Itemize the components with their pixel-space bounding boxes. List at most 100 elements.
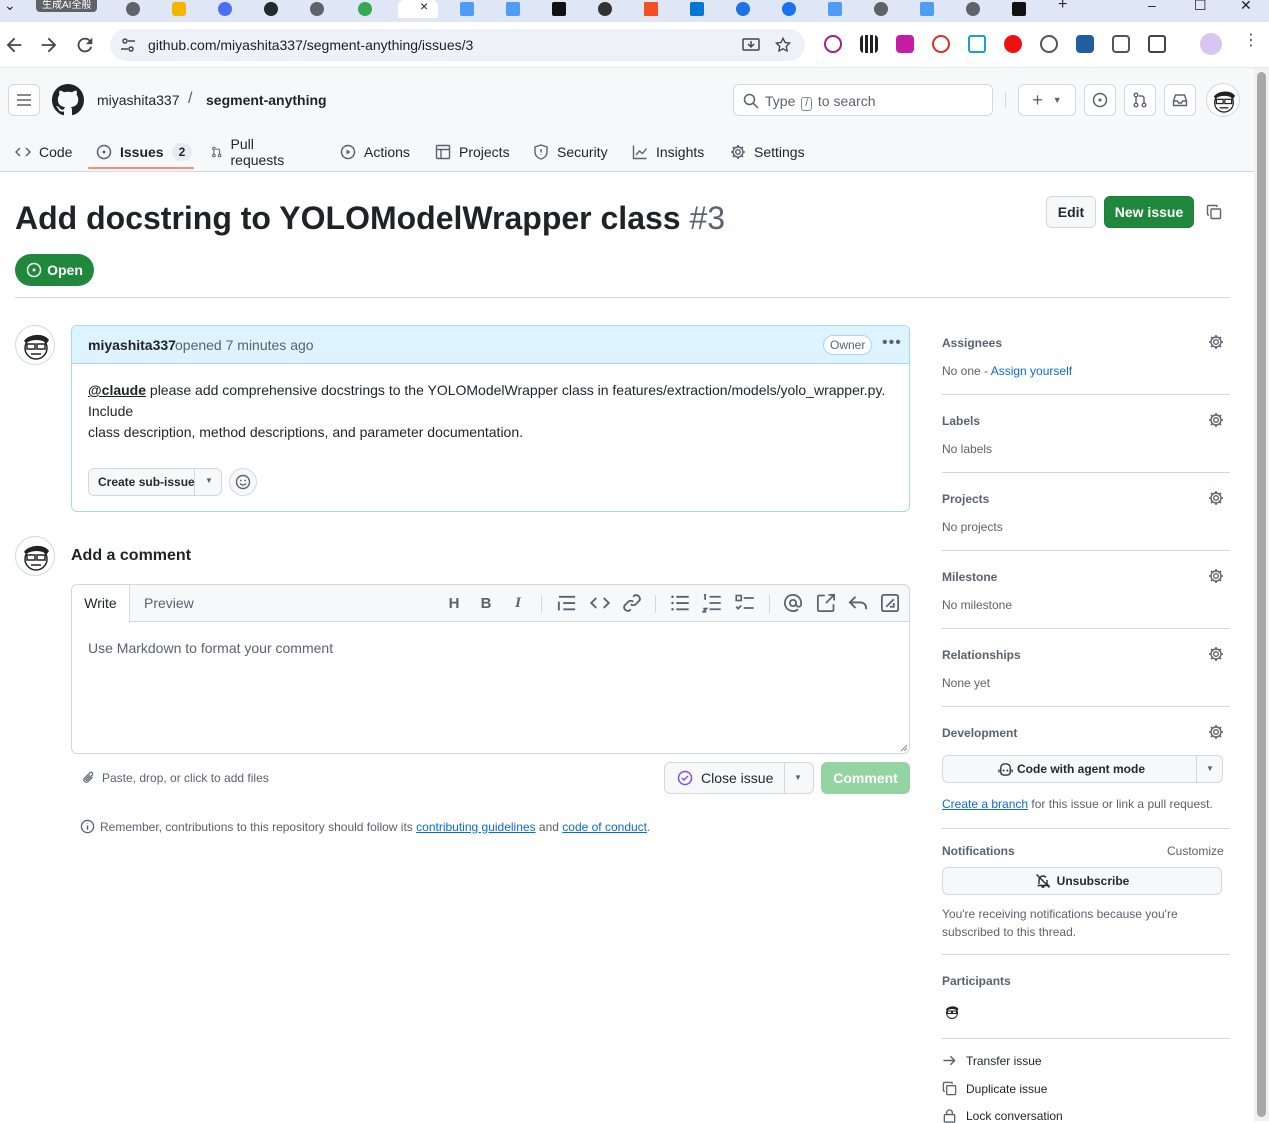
scrollbar-thumb[interactable]: [1257, 72, 1266, 1117]
tab-security[interactable]: Security: [533, 140, 608, 164]
resize-handle-icon[interactable]: [899, 743, 908, 752]
address-bar[interactable]: github.com/miyashita337/segment-anything…: [110, 29, 805, 61]
chevron-down-icon[interactable]: ▼: [794, 773, 802, 782]
gear-icon[interactable]: [1208, 568, 1224, 584]
browser-menu-icon[interactable]: ⋮: [1243, 33, 1259, 49]
transfer-issue-button[interactable]: Transfer issue: [942, 1053, 1042, 1068]
search-input[interactable]: Type / to search: [733, 84, 993, 116]
user-avatar[interactable]: [1206, 83, 1240, 117]
install-app-icon[interactable]: [742, 36, 760, 54]
browser-tab[interactable]: [492, 0, 530, 18]
gear-icon[interactable]: [1208, 334, 1224, 350]
tab-projects[interactable]: Projects: [435, 140, 510, 164]
create-branch-link[interactable]: Create a branch: [942, 797, 1028, 811]
mention-icon[interactable]: [783, 593, 803, 613]
site-settings-icon[interactable]: [120, 37, 136, 53]
gear-icon[interactable]: [1208, 490, 1224, 506]
forward-icon[interactable]: [38, 34, 60, 56]
kebab-menu-icon[interactable]: •••: [882, 334, 902, 352]
issues-button[interactable]: [1084, 84, 1116, 116]
browser-tab[interactable]: [630, 0, 668, 18]
browser-tab[interactable]: [538, 0, 576, 18]
comment-timestamp[interactable]: opened 7 minutes ago: [175, 337, 314, 353]
quote-icon[interactable]: [557, 593, 577, 613]
close-issue-button[interactable]: Close issue ▼: [664, 762, 814, 794]
tab-search-icon[interactable]: ⌄: [4, 0, 16, 12]
record-extension-icon[interactable]: [932, 35, 950, 53]
current-user-avatar[interactable]: [15, 536, 55, 576]
assign-yourself-link[interactable]: Assign yourself: [991, 364, 1072, 378]
tab-actions[interactable]: Actions: [340, 140, 410, 164]
attach-files-area[interactable]: Paste, drop, or click to add files: [82, 771, 269, 785]
new-tab-icon[interactable]: +: [1058, 0, 1067, 13]
pull-requests-button[interactable]: [1124, 84, 1156, 116]
new-issue-button[interactable]: New issue: [1104, 196, 1194, 228]
adblock-icon[interactable]: [1004, 35, 1022, 53]
maximize-icon[interactable]: ☐: [1194, 0, 1207, 12]
browser-tab[interactable]: [998, 0, 1036, 18]
bookmark-star-icon[interactable]: [774, 36, 792, 54]
code-icon[interactable]: [590, 593, 610, 613]
copy-icon[interactable]: [1206, 204, 1222, 220]
browser-tab-group-label[interactable]: 生成AI全般: [36, 0, 98, 12]
add-reaction-button[interactable]: [229, 468, 257, 496]
cross-reference-icon[interactable]: [816, 593, 836, 613]
reload-icon[interactable]: [74, 34, 96, 56]
repo-owner-link[interactable]: miyashita337: [97, 92, 180, 108]
comment-author-avatar[interactable]: [15, 325, 55, 365]
extensions-puzzle-icon[interactable]: [1148, 35, 1166, 53]
extension-icon[interactable]: [968, 35, 986, 53]
browser-tab[interactable]: [676, 0, 714, 18]
link-icon[interactable]: [622, 593, 642, 613]
gear-icon[interactable]: [1208, 412, 1224, 428]
browser-tab[interactable]: [296, 0, 334, 18]
browser-tab[interactable]: [112, 0, 150, 18]
unordered-list-icon[interactable]: [670, 593, 690, 613]
qr-code-icon[interactable]: [860, 35, 878, 53]
profile-avatar-icon[interactable]: [1200, 33, 1222, 55]
tab-issues[interactable]: Issues 2: [96, 140, 193, 164]
comment-submit-button[interactable]: Comment: [821, 762, 910, 794]
gear-icon[interactable]: [1208, 724, 1224, 740]
participant-avatar[interactable]: [942, 1002, 962, 1022]
browser-tab[interactable]: [768, 0, 806, 18]
user-mention-link[interactable]: @claude: [88, 382, 146, 398]
browser-tab[interactable]: [952, 0, 990, 18]
tab-pull-requests[interactable]: Pull requests: [211, 136, 289, 168]
fullscreen-icon[interactable]: [880, 593, 900, 613]
unsubscribe-button[interactable]: Unsubscribe: [942, 867, 1222, 895]
browser-tab[interactable]: [204, 0, 242, 18]
customize-notifications-link[interactable]: Customize: [1167, 844, 1224, 858]
github-logo-icon[interactable]: [52, 84, 84, 116]
inbox-button[interactable]: [1164, 84, 1196, 116]
code-of-conduct-link[interactable]: code of conduct: [562, 820, 647, 834]
repo-name-link[interactable]: segment-anything: [206, 92, 327, 108]
bold-icon[interactable]: B: [476, 593, 496, 613]
chevron-down-icon[interactable]: ▼: [205, 476, 213, 485]
minimize-icon[interactable]: –: [1148, 0, 1156, 12]
tab-write[interactable]: Write: [72, 585, 130, 623]
browser-tab[interactable]: [446, 0, 484, 18]
close-window-icon[interactable]: ✕: [1240, 0, 1252, 12]
browser-tab[interactable]: [584, 0, 622, 18]
browser-tab[interactable]: [344, 0, 382, 18]
extension-icon[interactable]: [1076, 35, 1094, 53]
duplicate-issue-button[interactable]: Duplicate issue: [942, 1081, 1047, 1096]
hamburger-menu-button[interactable]: [8, 84, 40, 116]
extension-icon[interactable]: [1040, 35, 1058, 53]
tab-insights[interactable]: Insights: [632, 140, 704, 164]
create-sub-issue-button[interactable]: Create sub-issue ▼: [88, 468, 222, 496]
browser-tab-active[interactable]: ×: [398, 0, 438, 18]
chevron-down-icon[interactable]: ▼: [1206, 764, 1214, 773]
browser-tab[interactable]: [250, 0, 288, 18]
tab-settings[interactable]: Settings: [730, 140, 805, 164]
tab-preview[interactable]: Preview: [144, 595, 194, 611]
browser-tab[interactable]: [722, 0, 760, 18]
chat-extension-icon[interactable]: [1112, 35, 1130, 53]
edit-button[interactable]: Edit: [1046, 196, 1096, 228]
browser-tab[interactable]: [158, 0, 196, 18]
browser-tab[interactable]: [860, 0, 898, 18]
reply-icon[interactable]: [848, 593, 868, 613]
gear-icon[interactable]: [1208, 646, 1224, 662]
comment-textarea[interactable]: Use Markdown to format your comment: [88, 640, 333, 656]
